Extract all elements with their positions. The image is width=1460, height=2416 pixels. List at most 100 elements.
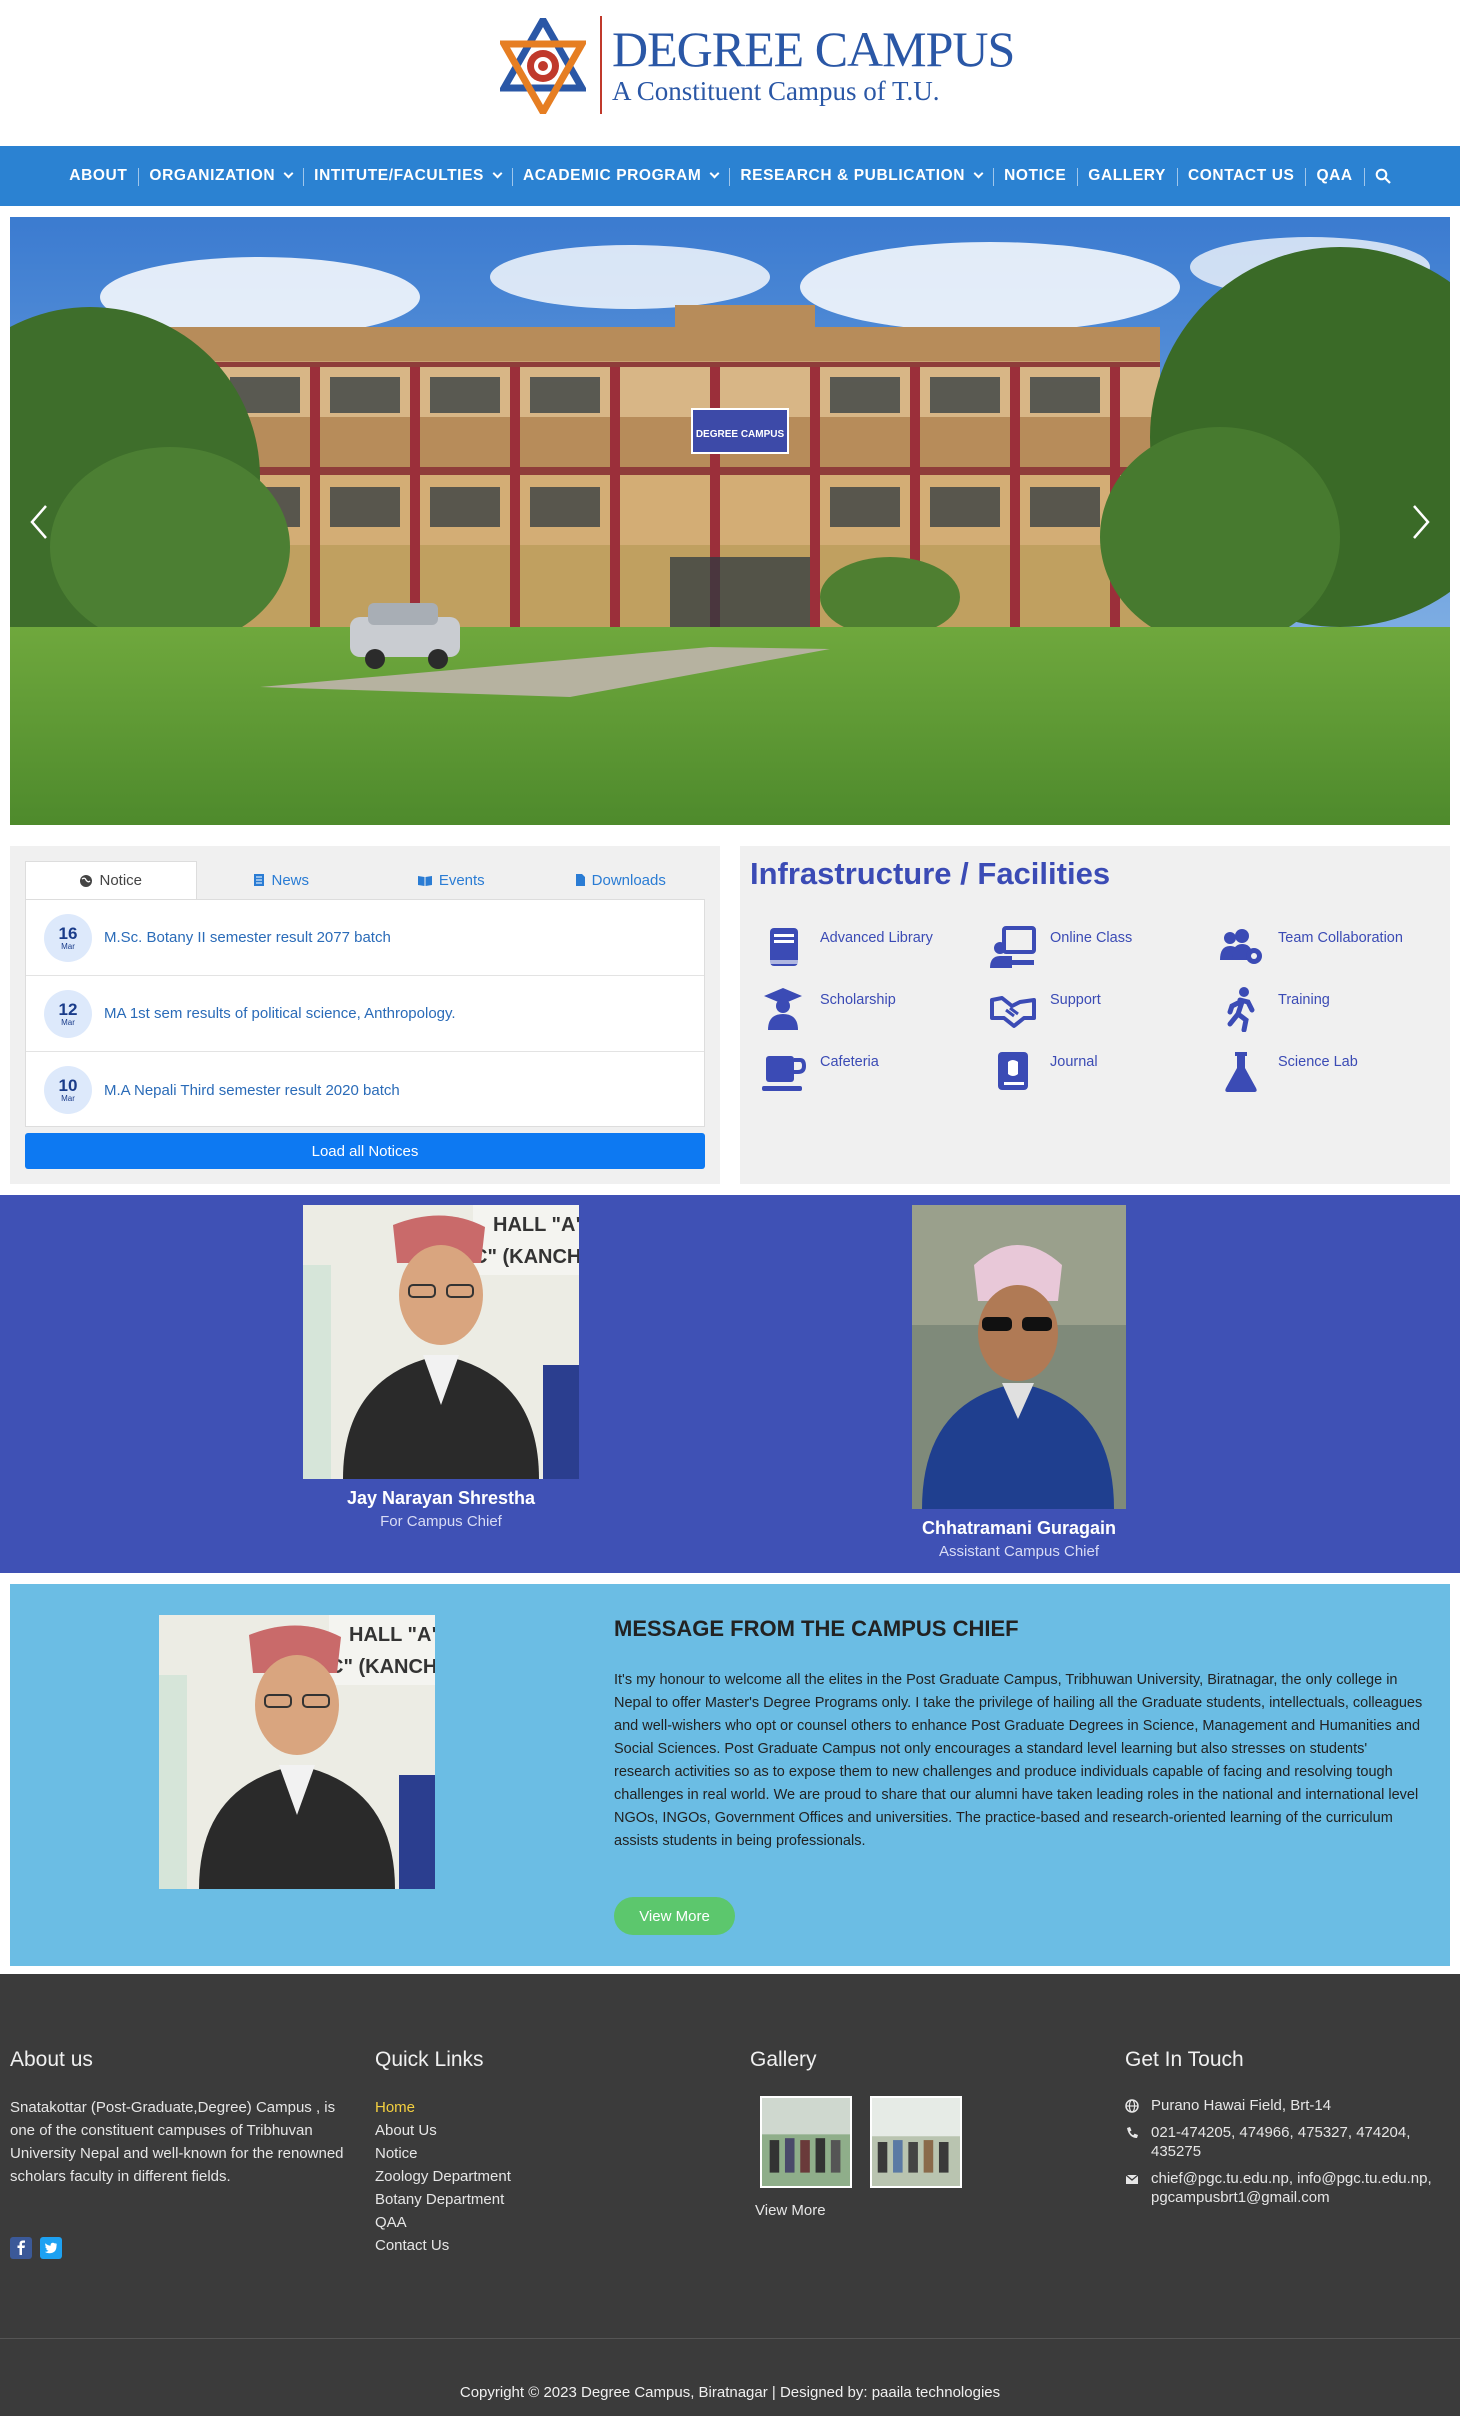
infrastructure-title: Infrastructure / Facilities <box>750 856 1111 891</box>
main-nav: ABOUT ORGANIZATION INTITUTE/FACULTIES AC… <box>0 146 1460 206</box>
coffee-cup-icon <box>762 1056 806 1091</box>
social-links <box>10 2237 62 2259</box>
logo-divider <box>600 16 602 114</box>
nav-item-academic-program[interactable]: ACADEMIC PROGRAM <box>511 146 729 206</box>
footer-about: About us Snatakottar (Post-Graduate,Degr… <box>10 2048 360 2188</box>
quick-link-notice[interactable]: Notice <box>375 2142 511 2165</box>
nav-label: RESEARCH & PUBLICATION <box>740 167 966 184</box>
leader-name: Chhatramani Guragain <box>921 1518 1117 1538</box>
tab-news[interactable]: News <box>197 861 367 899</box>
globe-icon <box>80 874 93 887</box>
notice-month: Mar <box>61 1017 75 1027</box>
facility-label: Online Class <box>1050 930 1133 946</box>
facility-label: Scholarship <box>820 992 896 1008</box>
infrastructure-panel: Infrastructure / Facilities Advanced Lib… <box>740 846 1450 1184</box>
facility-science-lab[interactable]: Science Lab <box>1208 1048 1428 1104</box>
quick-link-botany[interactable]: Botany Department <box>375 2188 511 2211</box>
facility-support[interactable]: Support <box>980 986 1200 1042</box>
quick-link-home[interactable]: Home <box>375 2096 511 2119</box>
gallery-thumbnail[interactable] <box>870 2096 962 2188</box>
facility-advanced-library[interactable]: Advanced Library <box>750 924 970 980</box>
notice-month: Mar <box>61 1094 75 1103</box>
facility-label: Science Lab <box>1278 1054 1358 1070</box>
svg-text:C" (KANCHAN: C" (KANCHAN <box>473 1246 579 1268</box>
nav-item-organization[interactable]: ORGANIZATION <box>138 146 303 206</box>
nav-label: CONTACT US <box>1187 167 1295 184</box>
facility-online-class[interactable]: Online Class <box>980 924 1200 980</box>
quick-link-qaa[interactable]: QAA <box>375 2211 511 2234</box>
svg-text:HALL "A" (S: HALL "A" (S <box>493 1214 579 1236</box>
nav-item-research[interactable]: RESEARCH & PUBLICATION <box>729 146 993 206</box>
running-icon <box>1227 987 1255 1032</box>
site-header: DEGREE CAMPUS A Constituent Campus of T.… <box>0 0 1460 146</box>
nav-item-qaa[interactable]: QAA <box>1305 146 1363 206</box>
twitter-icon[interactable] <box>40 2237 62 2259</box>
footer-contact: Get In Touch Purano Hawai Field, Brt-14 … <box>1125 2048 1455 2215</box>
nav-item-contact[interactable]: CONTACT US <box>1176 146 1305 206</box>
chevron-down-icon <box>709 168 720 179</box>
facility-journal[interactable]: Journal <box>980 1048 1200 1104</box>
facility-training[interactable]: Training <box>1208 986 1428 1042</box>
tab-downloads[interactable]: Downloads <box>536 861 706 899</box>
chevron-down-icon <box>283 168 294 179</box>
gallery-thumbnail[interactable] <box>760 2096 852 2188</box>
notice-month: Mar <box>61 941 75 951</box>
gallery-view-more-link[interactable]: View More <box>755 2202 962 2219</box>
nav-item-about[interactable]: ABOUT <box>58 146 138 206</box>
graduate-icon <box>764 988 802 1030</box>
contact-phone-text: 021-474205, 474966, 475327, 474204, 4352… <box>1151 2124 1411 2160</box>
notice-title[interactable]: M.Sc. Botany II semester result 2077 bat… <box>104 929 391 946</box>
facility-label: Support <box>1050 992 1101 1008</box>
logo-title: DEGREE CAMPUS <box>612 21 1015 77</box>
facility-team-collaboration[interactable]: Team Collaboration <box>1208 924 1428 980</box>
slider-next-icon[interactable] <box>1410 502 1432 542</box>
quick-link-contact[interactable]: Contact Us <box>375 2234 511 2257</box>
nav-item-gallery[interactable]: GALLERY <box>1077 146 1177 206</box>
leaders-section: HALL "A" (S C" (KANCHAN Jay Narayan Shre… <box>0 1195 1460 1573</box>
nav-item-notice[interactable]: NOTICE <box>993 146 1077 206</box>
tab-events[interactable]: Events <box>366 861 536 899</box>
nav-search[interactable] <box>1363 146 1402 206</box>
facility-label: Training <box>1278 992 1330 1008</box>
footer-heading: Quick Links <box>375 2048 484 2071</box>
quick-link-about[interactable]: About Us <box>375 2119 511 2142</box>
contact-email: chief@pgc.tu.edu.np, info@pgc.tu.edu.np,… <box>1125 2169 1455 2207</box>
contact-phone: 021-474205, 474966, 475327, 474204, 4352… <box>1125 2123 1455 2161</box>
online-class-icon <box>990 926 1036 968</box>
leader-name: Jay Narayan Shrestha <box>346 1488 536 1508</box>
notice-title[interactable]: MA 1st sem results of political science,… <box>104 1005 456 1022</box>
facebook-icon[interactable] <box>10 2237 32 2259</box>
nav-label: ABOUT <box>69 167 128 184</box>
flask-icon <box>1225 1052 1257 1092</box>
message-body: It's my honour to welcome all the elites… <box>614 1672 1423 1849</box>
search-icon[interactable] <box>1375 168 1391 184</box>
nav-label: ORGANIZATION <box>149 167 276 184</box>
notice-list: 16 Mar M.Sc. Botany II semester result 2… <box>25 899 705 1127</box>
facility-scholarship[interactable]: Scholarship <box>750 986 970 1042</box>
notice-item[interactable]: 10 Mar M.A Nepali Third semester result … <box>26 1052 704 1128</box>
gallery-thumbnails <box>760 2096 962 2188</box>
notice-item[interactable]: 16 Mar M.Sc. Botany II semester result 2… <box>26 900 704 976</box>
contact-address-text: Purano Hawai Field, Brt-14 <box>1151 2097 1332 2114</box>
slider-prev-icon[interactable] <box>28 502 50 542</box>
tab-notice[interactable]: Notice <box>25 861 197 899</box>
building-sign-text: DEGREE CAMPUS <box>696 429 785 440</box>
notice-item[interactable]: 12 Mar MA 1st sem results of political s… <box>26 976 704 1052</box>
hero-slider[interactable]: DEGREE CAMPUS <box>10 217 1450 825</box>
facility-label: Team Collaboration <box>1278 930 1403 946</box>
load-all-notices-button[interactable]: Load all Notices <box>25 1133 705 1169</box>
notice-panel: Notice News Events Downloads 16 Mar M.Sc… <box>10 846 720 1184</box>
footer-heading: Get In Touch <box>1125 2048 1244 2071</box>
view-more-button[interactable]: View More <box>614 1897 735 1935</box>
envelope-icon <box>1125 2174 1139 2184</box>
logo-subtitle: A Constituent Campus of T.U. <box>612 76 940 106</box>
nav-item-faculties[interactable]: INTITUTE/FACULTIES <box>303 146 512 206</box>
site-logo[interactable]: DEGREE CAMPUS A Constituent Campus of T.… <box>500 14 1015 116</box>
notice-day: 16 <box>58 923 78 943</box>
quick-link-zoology[interactable]: Zoology Department <box>375 2165 511 2188</box>
facility-cafeteria[interactable]: Cafeteria <box>750 1048 970 1104</box>
leader-photo <box>912 1205 1126 1509</box>
notice-title[interactable]: M.A Nepali Third semester result 2020 ba… <box>104 1082 400 1099</box>
notice-day: 12 <box>58 999 78 1019</box>
notice-day: 10 <box>58 1076 78 1095</box>
